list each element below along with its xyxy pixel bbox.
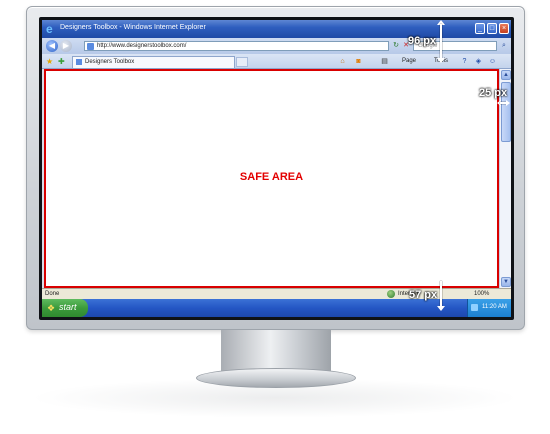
page-icon [87, 43, 94, 50]
right-arrow-head-right [506, 100, 510, 106]
status-text: Done [45, 291, 60, 297]
internet-zone-icon [387, 290, 395, 298]
tab-designers-toolbox[interactable]: Designers Toolbox [72, 56, 235, 68]
address-field[interactable]: http://www.designerstoolbox.com/ [84, 41, 389, 51]
messenger-icon[interactable]: ☺ [488, 57, 497, 66]
monitor-stand-neck [221, 330, 331, 372]
safe-area: SAFE AREA [44, 69, 499, 288]
tab-page-icon [76, 59, 82, 65]
start-label: start [59, 302, 77, 312]
home-icon[interactable]: ⌂ [338, 57, 347, 66]
monitor-stand-base [196, 368, 356, 388]
print-icon[interactable]: ▤ [380, 57, 389, 66]
start-button[interactable]: ❖ start [42, 299, 88, 317]
bottom-dimension-arrow [440, 281, 442, 307]
safe-area-label: SAFE AREA [239, 171, 304, 183]
back-icon[interactable]: ◀ [46, 40, 58, 52]
tray-icon[interactable] [471, 304, 478, 311]
scroll-up-button[interactable]: ▲ [501, 70, 511, 80]
zoom-level[interactable]: 100% [474, 291, 489, 297]
refresh-icon[interactable]: ↻ [392, 42, 400, 50]
new-tab-button[interactable] [236, 57, 248, 67]
tab-label: Designers Toolbox [85, 59, 135, 65]
bottom-dimension-label: 57 px [409, 289, 438, 301]
top-dimension-arrow [440, 24, 442, 59]
right-dimension-label: 25 px [479, 87, 508, 99]
minimize-button[interactable]: _ [475, 23, 485, 34]
monitor-bezel: e Designers Toolbox - Windows Internet E… [26, 6, 525, 330]
windows-flag-icon: ❖ [47, 303, 56, 313]
favorites-star-icon[interactable]: ★ [46, 57, 53, 66]
scene: e Designers Toolbox - Windows Internet E… [0, 0, 550, 434]
screen: e Designers Toolbox - Windows Internet E… [42, 20, 511, 317]
ie-logo-icon: e [46, 22, 53, 36]
top-arrow-head-down [437, 58, 445, 63]
add-favorite-icon[interactable]: ✚ [58, 57, 65, 66]
bottom-arrow-head-down [437, 306, 445, 311]
address-text: http://www.designerstoolbox.com/ [97, 43, 187, 49]
research-icon[interactable]: ◈ [474, 57, 483, 66]
help-icon[interactable]: ? [460, 57, 469, 66]
search-icon[interactable]: ⌕ [500, 42, 508, 50]
page-menu[interactable]: Page [402, 56, 416, 67]
top-dimension-label: 96 px [408, 35, 437, 47]
forward-icon[interactable]: ▶ [60, 40, 72, 52]
clock: 11:20 AM [482, 304, 507, 310]
window-title: Designers Toolbox - Windows Internet Exp… [60, 24, 206, 31]
maximize-button[interactable]: □ [487, 23, 497, 34]
scroll-down-button[interactable]: ▼ [501, 277, 511, 287]
system-tray: 11:20 AM [467, 299, 511, 317]
close-button[interactable]: × [499, 23, 509, 34]
feeds-icon[interactable]: ◙ [354, 57, 363, 66]
